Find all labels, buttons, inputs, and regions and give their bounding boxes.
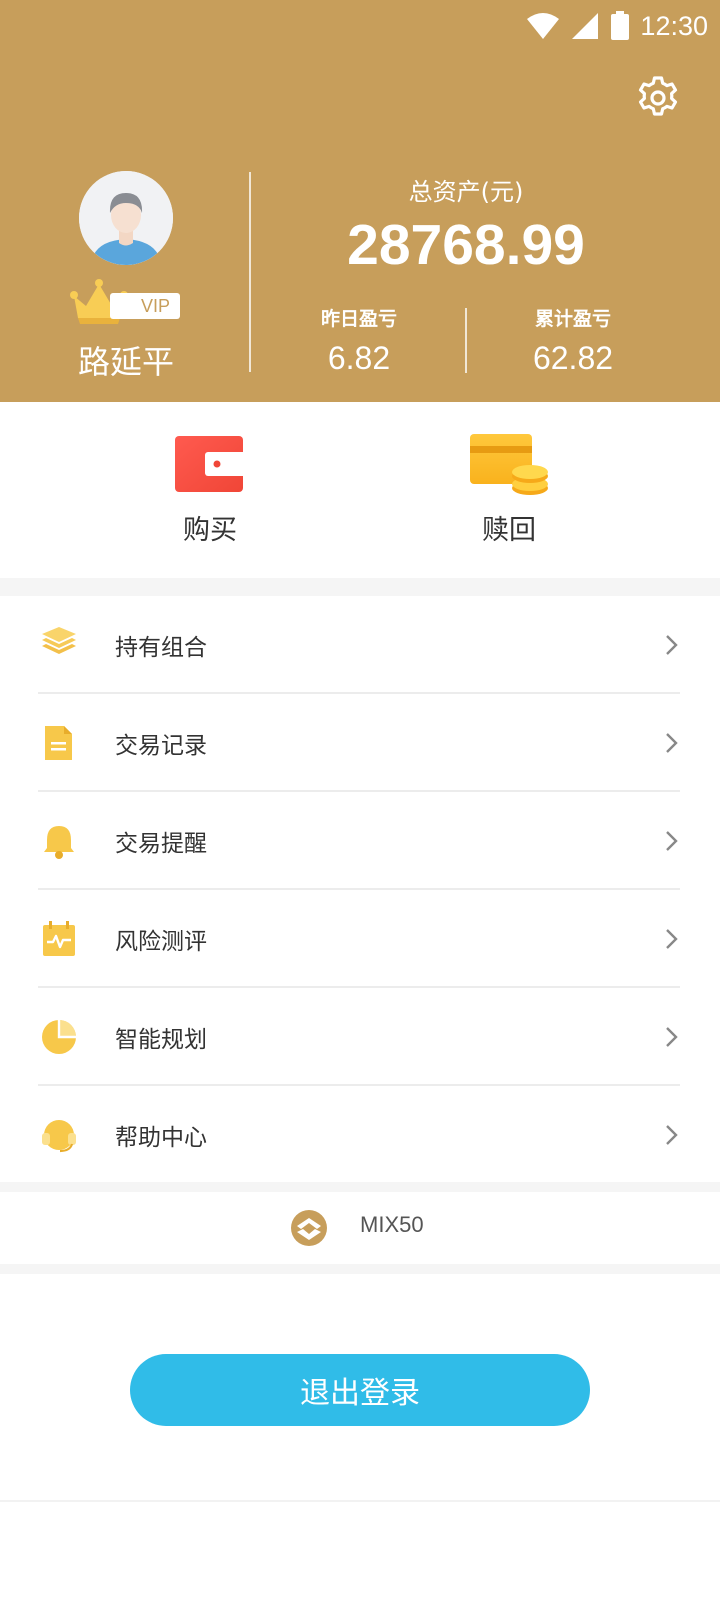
buy-button[interactable]: 购买 <box>110 402 310 578</box>
logout-button[interactable]: 退出登录 <box>130 1354 590 1426</box>
cumulative-pl-value: 62.82 <box>532 340 614 376</box>
avatar[interactable] <box>79 171 173 265</box>
menu-item-risk-assessment[interactable]: 风险测评 <box>0 890 720 988</box>
wifi-icon <box>527 13 560 39</box>
menu-label: 交易提醒 <box>115 831 207 857</box>
brand-logo-icon <box>291 1210 327 1246</box>
bottom-divider <box>0 1500 720 1502</box>
status-bar: 12:30 <box>526 6 708 46</box>
yesterday-pl-label: 昨日盈亏 <box>320 308 397 330</box>
cumulative-pl-label: 累计盈亏 <box>534 308 611 330</box>
chevron-right-icon <box>666 831 678 851</box>
chevron-right-icon <box>666 1125 678 1145</box>
profile-header: 12:30 VIP 路延平 总资产(元) 28768.99 昨日盈亏 6.82 … <box>0 0 720 402</box>
menu-label: 交易记录 <box>115 733 207 759</box>
section-gap <box>0 1182 720 1192</box>
redeem-button[interactable]: 赎回 <box>409 402 609 578</box>
user-name: 路延平 <box>77 343 174 381</box>
buy-label: 购买 <box>183 515 237 546</box>
menu-item-trade-alerts[interactable]: 交易提醒 <box>0 792 720 890</box>
stats-divider <box>465 308 467 373</box>
menu-item-trade-records[interactable]: 交易记录 <box>0 694 720 792</box>
settings-gear-icon[interactable] <box>634 74 682 122</box>
total-assets-value: 28768.99 <box>347 213 585 277</box>
menu-label: 帮助中心 <box>115 1125 207 1151</box>
battery-icon <box>611 11 630 40</box>
pie-chart-icon <box>42 1020 76 1054</box>
brand-name: MIX50 <box>360 1212 424 1237</box>
quick-actions: 购买 赎回 <box>0 402 720 578</box>
section-gap <box>0 578 720 596</box>
chevron-right-icon <box>666 733 678 753</box>
calendar-pulse-icon <box>43 921 75 956</box>
yesterday-pl-value: 6.82 <box>327 340 391 376</box>
wallet-icon <box>175 436 249 492</box>
chevron-right-icon <box>666 635 678 655</box>
menu-label: 风险测评 <box>115 929 207 955</box>
chevron-right-icon <box>666 929 678 949</box>
menu-list: 持有组合 交易记录 交易提醒 风险测评 智能规划 帮助中心 <box>0 596 720 1182</box>
vip-badge: VIP <box>110 293 180 319</box>
card-coins-icon <box>470 434 548 495</box>
menu-item-holdings[interactable]: 持有组合 <box>0 596 720 694</box>
signal-icon <box>572 13 599 39</box>
menu-item-help-center[interactable]: 帮助中心 <box>0 1086 720 1184</box>
brand-row: MIX50 <box>0 1192 720 1264</box>
menu-item-smart-planning[interactable]: 智能规划 <box>0 988 720 1086</box>
status-time: 12:30 <box>640 10 708 41</box>
header-divider <box>249 172 251 372</box>
layers-icon <box>42 627 76 654</box>
section-gap <box>0 1264 720 1274</box>
menu-label: 智能规划 <box>115 1027 207 1053</box>
chevron-right-icon <box>666 1027 678 1047</box>
bell-icon <box>44 826 74 859</box>
total-assets-label: 总资产(元) <box>408 178 524 206</box>
menu-label: 持有组合 <box>115 635 207 661</box>
headset-icon <box>42 1120 76 1153</box>
document-icon <box>45 726 72 760</box>
redeem-label: 赎回 <box>482 515 536 546</box>
